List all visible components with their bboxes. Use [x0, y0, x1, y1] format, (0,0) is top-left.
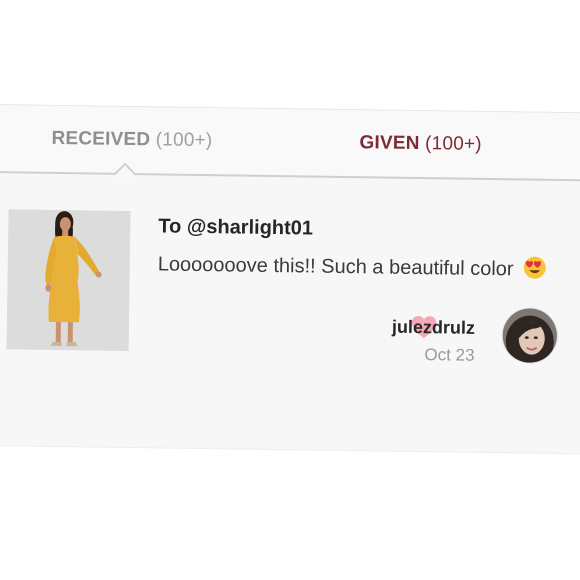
comments-card: RECEIVED (100+) GIVEN (100+) To @sharlig… [0, 104, 580, 454]
comments-tabs: RECEIVED (100+) GIVEN (100+) [0, 104, 580, 186]
comment-author[interactable]: julezdrulz [392, 317, 475, 339]
tab-given-count: (100+) [424, 133, 482, 155]
tab-received-label: RECEIVED [51, 127, 151, 151]
avatar[interactable] [502, 308, 558, 363]
tab-given[interactable]: GIVEN (100+) [359, 132, 482, 156]
heart-eyes-icon [523, 255, 547, 279]
comment-text: Looooooove this!! Such a beautiful color [157, 253, 514, 281]
tab-given-label: GIVEN [359, 132, 420, 155]
comment-item: To @sharlight01 Looooooove this!! Such a… [0, 173, 580, 425]
comment-text-block: Looooooove this!! Such a beautiful color [158, 249, 548, 285]
comment-date: Oct 23 [424, 345, 475, 365]
comment-recipient[interactable]: To @sharlight01 [158, 215, 313, 240]
listing-thumbnail[interactable] [6, 209, 131, 351]
comment-author-row: julezdrulz Oct 23 [392, 308, 558, 369]
tab-received-count: (100+) [155, 129, 213, 152]
screen: RECEIVED (100+) GIVEN (100+) To @sharlig… [0, 0, 580, 580]
tab-received[interactable]: RECEIVED (100+) [51, 128, 212, 152]
